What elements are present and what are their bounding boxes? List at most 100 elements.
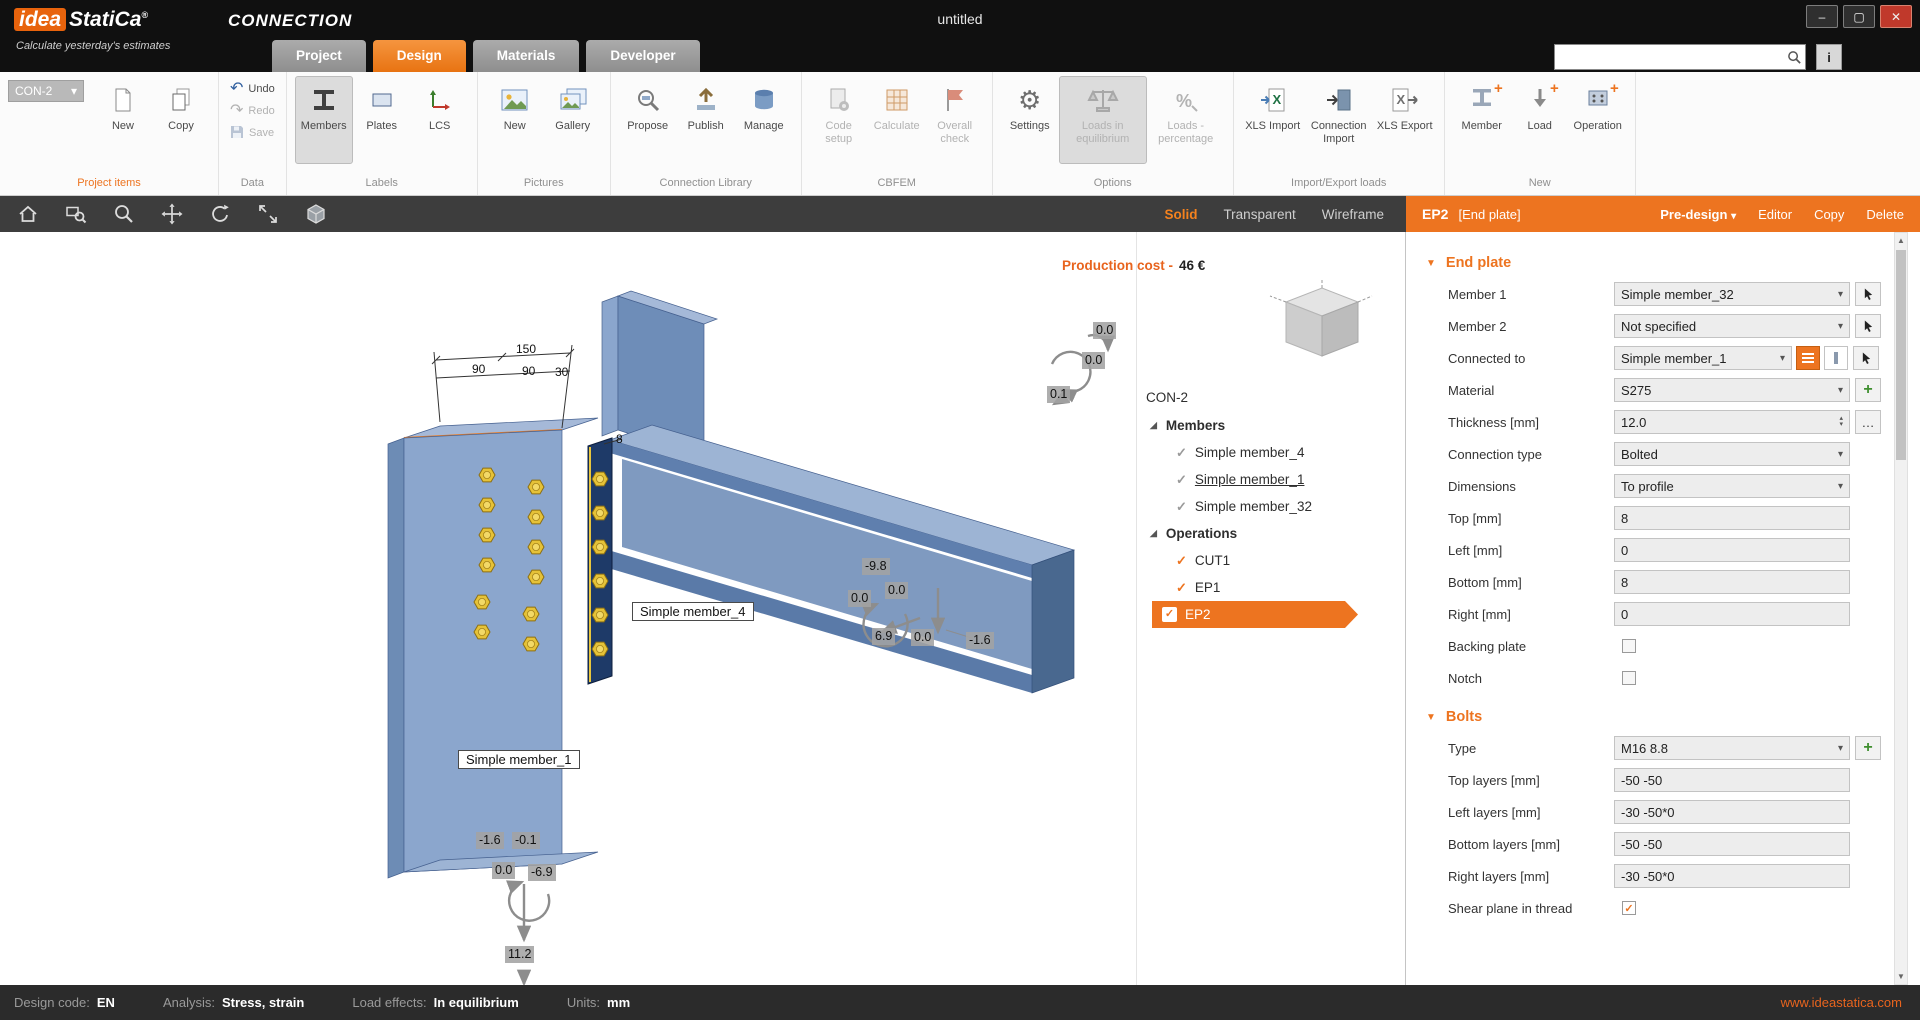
right-input[interactable]: 0 xyxy=(1614,602,1850,626)
bottom-input[interactable]: 8 xyxy=(1614,570,1850,594)
copy-project-item-button[interactable]: Copy xyxy=(152,76,210,164)
new-picture-button[interactable]: New xyxy=(486,76,544,164)
delete-operation-button[interactable]: Delete xyxy=(1866,207,1904,222)
tab-design[interactable]: Design xyxy=(373,40,466,72)
material-select[interactable]: S275 ▾ xyxy=(1614,378,1850,402)
member-tag-simple-member-4[interactable]: Simple member_4 xyxy=(632,602,754,621)
connection-import-button[interactable]: Connection Import xyxy=(1304,76,1374,164)
bolt-type-select[interactable]: M16 8.8 ▾ xyxy=(1614,736,1850,760)
top-input[interactable]: 8 xyxy=(1614,506,1850,530)
xls-export-button[interactable]: X XLS Export xyxy=(1374,76,1436,164)
website-link[interactable]: www.ideastatica.com xyxy=(1781,995,1902,1010)
tab-developer[interactable]: Developer xyxy=(586,40,699,72)
new-project-item-button[interactable]: New xyxy=(94,76,152,164)
undo-button[interactable]: ↶ Undo xyxy=(227,80,278,98)
3d-viewport[interactable]: Production cost -46 € 90 150 90 30 8 0.0… xyxy=(0,232,1406,985)
settings-button[interactable]: ⚙ Settings xyxy=(1001,76,1059,164)
maximize-button[interactable]: ▢ xyxy=(1843,5,1875,28)
expander-icon[interactable]: ◢ xyxy=(1150,412,1157,439)
pick-member-1-button[interactable] xyxy=(1855,282,1881,306)
view-mode-wireframe[interactable]: Wireframe xyxy=(1322,207,1384,222)
thickness-more-button[interactable]: … xyxy=(1855,410,1881,434)
new-operation-button[interactable]: + Operation xyxy=(1569,76,1627,164)
calculate-button[interactable]: Calculate xyxy=(868,76,926,164)
notch-checkbox[interactable] xyxy=(1622,671,1636,685)
tree-group-operations[interactable]: ◢ Operations xyxy=(1138,520,1400,547)
plate-side-button-active[interactable] xyxy=(1796,346,1820,370)
publish-button[interactable]: Publish xyxy=(677,76,735,164)
tree-item-simple-member-4[interactable]: ✓ Simple member_4 xyxy=(1138,439,1400,466)
propose-button[interactable]: Propose xyxy=(619,76,677,164)
search-input[interactable] xyxy=(1555,50,1783,65)
scroll-down-arrow[interactable]: ▼ xyxy=(1895,969,1907,984)
top-layers-input[interactable]: -50 -50 xyxy=(1614,768,1850,792)
code-setup-button[interactable]: Code setup xyxy=(810,76,868,164)
connection-type-select[interactable]: Bolted ▾ xyxy=(1614,442,1850,466)
tree-item-simple-member-1[interactable]: ✓ Simple member_1 xyxy=(1138,466,1400,493)
plates-labels-button[interactable]: Plates xyxy=(353,76,411,164)
scroll-thumb[interactable] xyxy=(1896,250,1906,460)
add-bolt-type-button[interactable]: + xyxy=(1855,736,1881,760)
add-material-button[interactable]: + xyxy=(1855,378,1881,402)
connection-selector[interactable]: CON-2 ▾ xyxy=(8,80,84,102)
member-tag-simple-member-1[interactable]: Simple member_1 xyxy=(458,750,580,769)
connected-to-select[interactable]: Simple member_1 ▾ xyxy=(1614,346,1792,370)
search-icon[interactable] xyxy=(1783,50,1805,65)
expander-icon[interactable]: ◢ xyxy=(1150,520,1157,547)
left-input[interactable]: 0 xyxy=(1614,538,1850,562)
tree-item-cut1[interactable]: ✓ CUT1 xyxy=(1138,547,1400,574)
tree-item-simple-member-32[interactable]: ✓ Simple member_32 xyxy=(1138,493,1400,520)
dimensions-select[interactable]: To profile ▾ xyxy=(1614,474,1850,498)
checkbox-checked-icon[interactable]: ✓ xyxy=(1162,607,1177,622)
xls-import-button[interactable]: X XLS Import xyxy=(1242,76,1304,164)
tree-item-ep1[interactable]: ✓ EP1 xyxy=(1138,574,1400,601)
right-layers-input[interactable]: -30 -50*0 xyxy=(1614,864,1850,888)
bottom-layers-input[interactable]: -50 -50 xyxy=(1614,832,1850,856)
tree-root-connection[interactable]: CON-2 xyxy=(1138,384,1400,412)
collapse-triangle-icon[interactable]: ▼ xyxy=(1426,258,1436,269)
panel-scrollbar[interactable]: ▲ ▼ xyxy=(1894,232,1908,985)
zoom-icon[interactable] xyxy=(112,202,136,226)
tree-item-ep2-selected[interactable]: ✓ EP2 xyxy=(1152,601,1358,628)
zoom-window-icon[interactable] xyxy=(64,202,88,226)
display-mode-cube-icon[interactable] xyxy=(304,202,328,226)
rotate-icon[interactable] xyxy=(208,202,232,226)
loads-percentage-button[interactable]: % Loads - percentage xyxy=(1147,76,1225,164)
plate-side-button[interactable] xyxy=(1824,346,1848,370)
tree-group-members[interactable]: ◢ Members xyxy=(1138,412,1400,439)
collapse-triangle-icon[interactable]: ▼ xyxy=(1426,712,1436,723)
pick-connected-to-button[interactable] xyxy=(1853,346,1879,370)
manage-button[interactable]: Manage xyxy=(735,76,793,164)
navigation-cube[interactable] xyxy=(1258,276,1378,362)
predesign-dropdown[interactable]: Pre-design ▾ xyxy=(1660,207,1736,222)
gallery-button[interactable]: Gallery xyxy=(544,76,602,164)
info-button[interactable]: i xyxy=(1816,44,1842,70)
new-load-button[interactable]: + Load xyxy=(1511,76,1569,164)
redo-button[interactable]: ↷ Redo xyxy=(227,102,278,120)
scroll-up-arrow[interactable]: ▲ xyxy=(1895,233,1907,248)
save-button[interactable]: Save xyxy=(227,124,278,142)
tab-project[interactable]: Project xyxy=(272,40,366,72)
copy-operation-button[interactable]: Copy xyxy=(1814,207,1844,222)
view-mode-solid[interactable]: Solid xyxy=(1164,207,1197,222)
backing-plate-checkbox[interactable] xyxy=(1622,639,1636,653)
home-view-icon[interactable] xyxy=(16,202,40,226)
minimize-button[interactable]: – xyxy=(1806,5,1838,28)
view-mode-transparent[interactable]: Transparent xyxy=(1223,207,1295,222)
shear-plane-checkbox[interactable]: ✓ xyxy=(1622,901,1636,915)
member-1-select[interactable]: Simple member_32 ▾ xyxy=(1614,282,1850,306)
tab-materials[interactable]: Materials xyxy=(473,40,580,72)
member-2-select[interactable]: Not specified ▾ xyxy=(1614,314,1850,338)
overall-check-button[interactable]: Overall check xyxy=(926,76,984,164)
new-member-button[interactable]: + Member xyxy=(1453,76,1511,164)
members-labels-button[interactable]: Members xyxy=(295,76,353,164)
loads-in-equilibrium-button[interactable]: Loads in equilibrium xyxy=(1059,76,1147,164)
thickness-input[interactable]: 12.0 ▴▾ xyxy=(1614,410,1850,434)
editor-button[interactable]: Editor xyxy=(1758,207,1792,222)
left-layers-input[interactable]: -30 -50*0 xyxy=(1614,800,1850,824)
spinner-stepper[interactable]: ▴▾ xyxy=(1839,416,1843,428)
close-button[interactable]: ✕ xyxy=(1880,5,1912,28)
tree-splitter[interactable] xyxy=(1136,232,1137,985)
pick-member-2-button[interactable] xyxy=(1855,314,1881,338)
zoom-fit-icon[interactable] xyxy=(256,202,280,226)
